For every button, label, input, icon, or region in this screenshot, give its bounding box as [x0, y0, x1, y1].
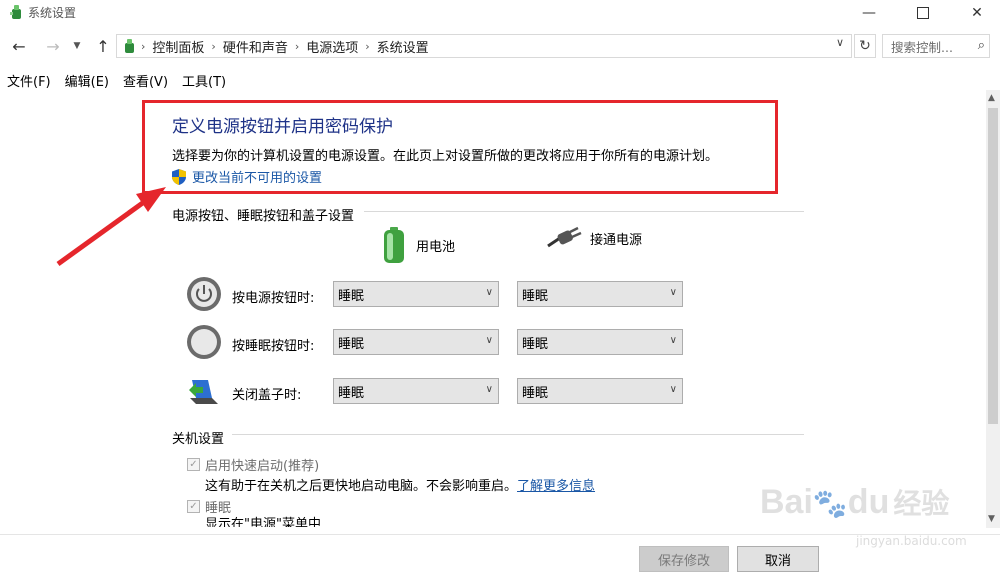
save-button[interactable]: 保存修改	[639, 546, 729, 572]
minimize-button[interactable]: —	[846, 0, 892, 26]
page-description: 选择要为你的计算机设置的电源设置。在此页上对设置所做的更改将应用于你所有的电源计…	[172, 149, 719, 164]
scroll-up-icon[interactable]: ▲	[988, 93, 995, 103]
page-title: 定义电源按钮并启用密码保护	[172, 117, 393, 137]
refresh-icon: ↻	[859, 38, 871, 54]
section-divider	[232, 434, 804, 435]
control-panel-icon	[10, 5, 21, 19]
laptop-lid-icon	[189, 380, 218, 404]
menu-edit[interactable]: 编辑(E)	[58, 68, 116, 92]
breadcrumb-hardware-sound[interactable]: 硬件和声音	[223, 37, 288, 56]
chevron-right-icon: ›	[294, 39, 300, 53]
back-button[interactable]: ←	[8, 35, 30, 57]
up-button[interactable]: ↑	[92, 35, 114, 57]
section-title-buttons: 电源按钮、睡眠按钮和盖子设置	[172, 209, 355, 224]
vertical-scrollbar[interactable]: ▲ ▼	[986, 90, 1000, 528]
uac-shield-icon	[172, 168, 186, 185]
recent-locations-button[interactable]: ▼	[66, 35, 88, 57]
section-divider	[364, 211, 804, 212]
select-value: 睡眠	[522, 288, 549, 304]
search-placeholder: 搜索控制...	[891, 39, 953, 55]
column-header-plugged: 接通电源	[546, 226, 642, 250]
close-icon: ✕	[971, 5, 983, 21]
chevron-right-icon: ›	[365, 39, 370, 53]
plugged-label: 接通电源	[590, 232, 643, 248]
menu-view[interactable]: 查看(V)	[116, 68, 175, 92]
fast-startup-note-text: 这有助于在关机之后更快地启动电脑。不会影响重启。	[205, 479, 518, 494]
menu-bar: 文件(F) 编辑(E) 查看(V) 工具(T)	[0, 68, 233, 92]
menu-file[interactable]: 文件(F)	[0, 68, 58, 92]
watermark-brand2: du	[847, 483, 890, 521]
close-button[interactable]: ✕	[954, 0, 1000, 26]
search-input[interactable]: 搜索控制... ⌕	[882, 34, 990, 58]
breadcrumb-power-options[interactable]: 电源选项	[306, 37, 358, 56]
sleep-checkbox[interactable]: ✓	[187, 500, 200, 513]
power-button-plugged-select[interactable]: 睡眠 ∨	[517, 281, 683, 307]
fast-startup-label: 启用快速启动(推荐)	[205, 459, 320, 474]
select-value: 睡眠	[522, 385, 549, 401]
change-settings-text[interactable]: 更改当前不可用的设置	[192, 167, 322, 186]
address-bar[interactable]: › 控制面板 › 硬件和声音 › 电源选项 › 系统设置	[116, 34, 852, 58]
chevron-down-icon: ▼	[73, 41, 81, 51]
scroll-thumb[interactable]	[988, 108, 998, 424]
watermark-cn: 经验	[893, 488, 950, 519]
chevron-right-icon: ›	[141, 39, 146, 53]
chevron-down-icon: ∨	[669, 335, 677, 346]
sleep-button-battery-select[interactable]: 睡眠 ∨	[333, 329, 499, 355]
up-arrow-icon: ↑	[96, 36, 110, 56]
maximize-button[interactable]	[900, 0, 946, 26]
maximize-icon	[917, 7, 929, 19]
sleep-note: 显示在"电源"菜单中	[205, 517, 321, 527]
learn-more-link[interactable]: 了解更多信息	[517, 479, 595, 494]
select-value: 睡眠	[522, 336, 549, 352]
forward-arrow-icon: →	[46, 36, 60, 56]
control-panel-icon	[125, 39, 134, 53]
refresh-button[interactable]: ↻	[854, 34, 876, 58]
sleep-label: 睡眠	[205, 501, 232, 516]
power-button-label: 按电源按钮时:	[232, 291, 315, 306]
change-settings-link[interactable]: 更改当前不可用的设置	[170, 167, 322, 186]
breadcrumb-control-panel[interactable]: 控制面板	[152, 37, 204, 56]
sleep-button-icon	[187, 325, 221, 359]
battery-label: 用电池	[416, 239, 456, 255]
power-plug-icon	[547, 226, 582, 248]
select-value: 睡眠	[338, 336, 365, 352]
fast-startup-note: 这有助于在关机之后更快地启动电脑。不会影响重启。了解更多信息	[205, 475, 595, 494]
paw-icon: 🐾	[812, 488, 848, 519]
sleep-button-plugged-select[interactable]: 睡眠 ∨	[517, 329, 683, 355]
fast-startup-checkbox[interactable]: ✓	[187, 458, 200, 471]
column-header-battery: 用电池	[380, 226, 455, 264]
back-arrow-icon: ←	[12, 36, 26, 56]
baidu-watermark: Bai🐾du 经验 jingyan.baidu.com	[760, 478, 967, 558]
window-title: 系统设置	[28, 6, 77, 20]
section-title-shutdown: 关机设置	[172, 432, 225, 447]
lid-close-plugged-select[interactable]: 睡眠 ∨	[517, 378, 683, 404]
watermark-brand: Bai	[760, 483, 813, 521]
forward-button[interactable]: →	[42, 35, 64, 57]
select-value: 睡眠	[338, 385, 365, 401]
sleep-button-label: 按睡眠按钮时:	[232, 339, 315, 354]
power-button-battery-select[interactable]: 睡眠 ∨	[333, 281, 499, 307]
menu-tools[interactable]: 工具(T)	[175, 68, 233, 92]
chevron-down-icon: ∨	[669, 287, 677, 298]
power-button-icon	[187, 277, 221, 311]
title-bar: 系统设置 — ✕	[0, 0, 1000, 26]
lid-close-battery-select[interactable]: 睡眠 ∨	[333, 378, 499, 404]
chevron-down-icon: ∨	[669, 384, 677, 395]
address-dropdown-icon[interactable]: ∨	[836, 36, 844, 49]
search-icon: ⌕	[977, 38, 985, 53]
chevron-right-icon: ›	[211, 39, 216, 53]
chevron-down-icon: ∨	[485, 287, 493, 298]
chevron-down-icon: ∨	[485, 384, 493, 395]
breadcrumb-system-settings[interactable]: 系统设置	[377, 37, 429, 56]
watermark-url: jingyan.baidu.com	[856, 534, 967, 548]
battery-icon	[384, 227, 404, 263]
chevron-down-icon: ∨	[485, 335, 493, 346]
lid-close-label: 关闭盖子时:	[232, 388, 302, 403]
scroll-down-icon[interactable]: ▼	[988, 514, 995, 524]
select-value: 睡眠	[338, 288, 365, 304]
minimize-icon: —	[862, 5, 876, 21]
